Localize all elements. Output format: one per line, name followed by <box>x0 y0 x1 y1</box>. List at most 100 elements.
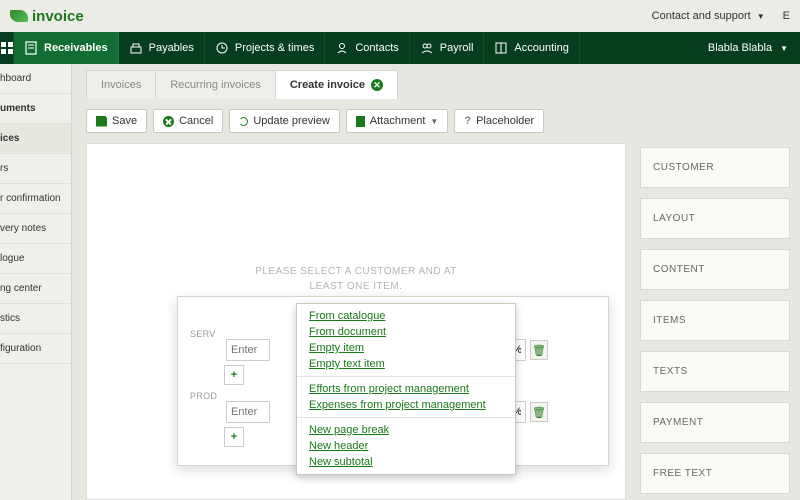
panel-content[interactable]: CONTENT <box>640 249 790 290</box>
tab-label: Invoices <box>101 79 141 91</box>
nav-accounting-label: Accounting <box>514 42 568 54</box>
sidebar-item-catalogue[interactable]: logue <box>0 244 71 274</box>
brand-name: invoice <box>32 8 84 25</box>
delete-row-button[interactable]: 🗑 <box>530 340 548 360</box>
menu-new-subtotal[interactable]: New subtotal <box>297 454 515 470</box>
panel-items[interactable]: ITEMS <box>640 300 790 341</box>
nav-payroll-label: Payroll <box>440 42 474 54</box>
sidebar-item-label: r confirmation <box>0 193 61 204</box>
invoice-canvas: PLEASE SELECT A CUSTOMER AND AT LEAST ON… <box>86 143 626 500</box>
payroll-icon <box>420 41 434 55</box>
sidebar-item-label: stics <box>0 313 20 324</box>
panel-label: ITEMS <box>653 315 686 326</box>
button-label: Cancel <box>179 115 213 127</box>
menu-expenses-pm[interactable]: Expenses from project management <box>297 397 515 413</box>
sidebar-item-documents[interactable]: uments <box>0 94 71 124</box>
menu-empty-item[interactable]: Empty item <box>297 340 515 356</box>
contacts-icon <box>335 41 349 55</box>
menu-new-header[interactable]: New header <box>297 438 515 454</box>
sidebar-item-delivery-notes[interactable]: very notes <box>0 214 71 244</box>
add-service-button[interactable]: + <box>224 365 244 385</box>
update-preview-button[interactable]: Update preview <box>229 109 339 133</box>
nav-projects-label: Projects & times <box>235 42 314 54</box>
sidebar-item-label: ices <box>0 133 19 144</box>
menu-divider <box>297 376 515 377</box>
add-product-button[interactable]: + <box>224 427 244 447</box>
sidebar-item-statistics[interactable]: stics <box>0 304 71 334</box>
panel-layout[interactable]: LAYOUT <box>640 198 790 239</box>
nav-projects[interactable]: Projects & times <box>205 32 325 64</box>
menu-from-document[interactable]: From document <box>297 324 515 340</box>
sidebar-item-invoices[interactable]: ices <box>0 124 71 154</box>
nav-user-menu[interactable]: Blabla Blabla ▼ <box>696 32 800 64</box>
leaf-icon <box>10 10 28 22</box>
tab-create-invoice[interactable]: Create invoice ✕ <box>275 70 398 99</box>
sidebar-item-label: uments <box>0 103 36 114</box>
nav-accounting[interactable]: Accounting <box>484 32 579 64</box>
panel-texts[interactable]: TEXTS <box>640 351 790 392</box>
sidebar-item-dashboard[interactable]: hboard <box>0 64 71 94</box>
item-editor: QUANTITY / PRICE UNIT VAT SERV 🗑 <box>177 296 609 466</box>
button-label: Update preview <box>253 115 329 127</box>
delete-row-button[interactable]: 🗑 <box>530 402 548 422</box>
tab-recurring-invoices[interactable]: Recurring invoices <box>155 70 275 99</box>
sidebar-item-label: logue <box>0 253 24 264</box>
button-label: Placeholder <box>476 115 534 127</box>
sidebar-item-order-confirmation[interactable]: r confirmation <box>0 184 71 214</box>
panel-customer[interactable]: CUSTOMER <box>640 147 790 188</box>
cancel-button[interactable]: Cancel <box>153 109 223 133</box>
menu-divider <box>297 417 515 418</box>
panel-label: CONTENT <box>653 264 705 275</box>
clock-icon <box>215 41 229 55</box>
nav-payables[interactable]: Payables <box>119 32 205 64</box>
sidebar-item-label: hboard <box>0 73 31 84</box>
save-button[interactable]: Save <box>86 109 147 133</box>
caret-down-icon: ▼ <box>780 44 788 53</box>
toolbar: Save Cancel Update preview Attachment▼ ?… <box>82 99 800 143</box>
menu-efforts-pm[interactable]: Efforts from project management <box>297 381 515 397</box>
topbar: invoice Contact and support ▼ E <box>0 0 800 32</box>
caret-down-icon: ▼ <box>757 12 765 21</box>
canvas-message-line: LEAST ONE ITEM. <box>103 279 609 294</box>
service-name-input[interactable] <box>226 339 270 361</box>
sidebar-item-configuration[interactable]: figuration <box>0 334 71 364</box>
nav-payables-label: Payables <box>149 42 194 54</box>
sidebar-item-label: very notes <box>0 223 46 234</box>
nav-user-label: Blabla Blabla <box>708 42 772 54</box>
sidebar-item-offers[interactable]: rs <box>0 154 71 184</box>
panel-free-text[interactable]: FREE TEXT <box>640 453 790 494</box>
refresh-icon <box>239 117 248 126</box>
canvas-placeholder-message: PLEASE SELECT A CUSTOMER AND AT LEAST ON… <box>103 264 609 294</box>
attachment-button[interactable]: Attachment▼ <box>346 109 449 133</box>
contact-support-button[interactable]: Contact and support ▼ <box>652 10 765 22</box>
panel-label: LAYOUT <box>653 213 695 224</box>
document-icon <box>24 41 38 55</box>
sidebar-item-label: ng center <box>0 283 42 294</box>
topbar-right-initial: E <box>783 10 790 22</box>
nav-payroll[interactable]: Payroll <box>410 32 485 64</box>
grid-icon <box>0 41 14 55</box>
tab-label: Create invoice <box>290 79 365 91</box>
attachment-icon <box>356 116 365 127</box>
menu-from-catalogue[interactable]: From catalogue <box>297 308 515 324</box>
tab-invoices[interactable]: Invoices <box>86 70 156 99</box>
nav-contacts-label: Contacts <box>355 42 398 54</box>
sidebar-item-dunning-center[interactable]: ng center <box>0 274 71 304</box>
close-tab-icon[interactable]: ✕ <box>371 79 383 91</box>
add-item-menu: From catalogue From document Empty item … <box>296 303 516 475</box>
canvas-message-line: PLEASE SELECT A CUSTOMER AND AT <box>103 264 609 279</box>
nav-receivables[interactable]: Receivables <box>14 32 119 64</box>
tab-label: Recurring invoices <box>170 79 260 91</box>
menu-empty-text-item[interactable]: Empty text item <box>297 356 515 372</box>
question-icon: ? <box>464 115 471 127</box>
tray-icon <box>129 41 143 55</box>
panel-label: PAYMENT <box>653 417 703 428</box>
placeholder-button[interactable]: ? Placeholder <box>454 109 544 133</box>
product-name-input[interactable] <box>226 401 270 423</box>
panel-payment[interactable]: PAYMENT <box>640 402 790 443</box>
nav-contacts[interactable]: Contacts <box>325 32 409 64</box>
menu-new-page-break[interactable]: New page break <box>297 422 515 438</box>
sidebar: hboard uments ices rs r confirmation ver… <box>0 64 72 500</box>
nav-home-button[interactable] <box>0 32 14 64</box>
button-label: Attachment <box>370 115 426 127</box>
